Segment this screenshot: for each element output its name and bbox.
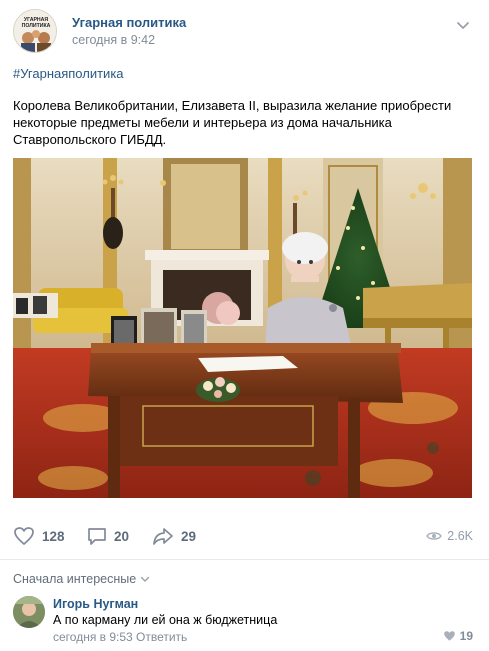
share-count: 29 bbox=[181, 528, 197, 544]
comment-text: А по карману ли ей она ж бюджетница bbox=[53, 613, 278, 627]
post-header: УГАРНАЯ ПОЛИТИКА Угарная политика сегодн… bbox=[0, 0, 489, 58]
views-counter: 2.6K bbox=[426, 529, 473, 543]
heart-icon bbox=[14, 527, 34, 546]
post-hashtag[interactable]: #Угарнаяполитика bbox=[13, 66, 124, 81]
share-button[interactable]: 29 bbox=[152, 520, 196, 552]
post-actions: 128 20 29 2.6K bbox=[0, 520, 489, 554]
small-heart-icon bbox=[443, 631, 455, 641]
comments-sort-dropdown[interactable]: Сначала интересные bbox=[13, 572, 150, 586]
chevron-down-icon[interactable] bbox=[455, 17, 471, 33]
comment-time[interactable]: сегодня в 9:53 bbox=[53, 630, 133, 644]
post-text: Королева Великобритании, Елизавета II, в… bbox=[13, 98, 452, 147]
queen-room-photo bbox=[13, 158, 472, 498]
like-button[interactable]: 128 bbox=[13, 520, 65, 552]
sort-label: Сначала интересные bbox=[13, 572, 137, 586]
comment-avatar[interactable] bbox=[13, 596, 45, 628]
comment-count: 20 bbox=[114, 528, 130, 544]
svg-text:ПОЛИТИКА: ПОЛИТИКА bbox=[22, 23, 51, 29]
comment-item: Игорь Нугман А по карману ли ей она ж бю… bbox=[0, 592, 489, 647]
comment-like-count: 19 bbox=[459, 629, 473, 643]
share-icon bbox=[153, 528, 173, 545]
commenter-photo bbox=[13, 596, 45, 628]
community-avatar[interactable]: УГАРНАЯ ПОЛИТИКА bbox=[13, 9, 57, 53]
like-count: 128 bbox=[42, 528, 65, 544]
comment-icon bbox=[88, 528, 106, 545]
community-avatar-image: УГАРНАЯ ПОЛИТИКА bbox=[14, 10, 56, 52]
comment-reply-button[interactable]: Ответить bbox=[136, 630, 187, 644]
post-author[interactable]: Угарная политика bbox=[72, 15, 186, 30]
views-count: 2.6K bbox=[447, 529, 473, 543]
post-time[interactable]: сегодня в 9:42 bbox=[72, 33, 155, 47]
comment-like-button[interactable]: 19 bbox=[443, 629, 473, 643]
eye-icon bbox=[426, 532, 443, 540]
divider bbox=[0, 559, 489, 560]
comment-button[interactable]: 20 bbox=[87, 520, 129, 552]
comment-author[interactable]: Игорь Нугман bbox=[53, 597, 138, 611]
small-chevron-icon bbox=[141, 576, 150, 582]
post-photo[interactable] bbox=[13, 158, 472, 498]
